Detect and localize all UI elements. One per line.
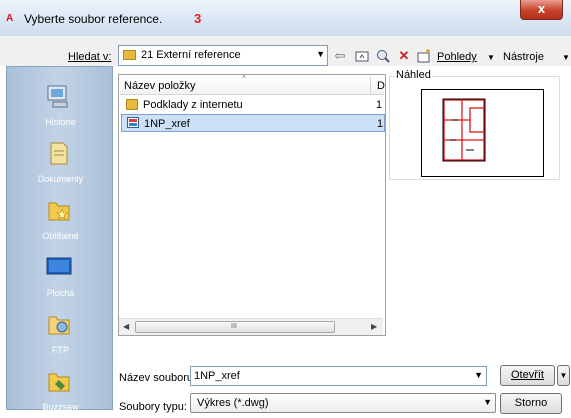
close-button[interactable]: x bbox=[520, 0, 563, 20]
search-web-icon[interactable] bbox=[375, 48, 391, 64]
look-in-value: 21 Externí reference bbox=[141, 49, 241, 61]
place-ftp[interactable]: FTP bbox=[7, 305, 114, 361]
item-name: 1NP_xref bbox=[144, 118, 190, 130]
grip-icon: III bbox=[231, 323, 237, 330]
place-label: Dokumenty bbox=[37, 174, 84, 184]
title-bar: A Vyberte soubor reference. 3 x bbox=[0, 0, 571, 36]
file-name-label: Název souboru: bbox=[119, 372, 197, 384]
preview-label: Náhled bbox=[395, 69, 432, 81]
horizontal-scrollbar[interactable]: ◀ III ▶ bbox=[119, 318, 383, 335]
list-item[interactable]: Podklady z internetu 1 bbox=[121, 96, 385, 114]
place-label: Oblíbené bbox=[42, 231, 79, 241]
views-chevron-icon[interactable]: ▼ bbox=[487, 53, 495, 62]
open-button[interactable]: Otevřít bbox=[500, 365, 555, 386]
tools-chevron-icon[interactable]: ▼ bbox=[562, 53, 570, 62]
look-in-label: Hledat v: bbox=[68, 51, 111, 63]
place-label: Buzzsaw bbox=[42, 402, 79, 412]
up-folder-icon[interactable] bbox=[354, 48, 370, 64]
look-in-combo[interactable]: 21 Externí reference ▼ bbox=[118, 45, 328, 66]
file-name-input[interactable]: 1NP_xref ▼ bbox=[190, 366, 487, 386]
views-menu[interactable]: Pohledy bbox=[437, 51, 477, 63]
scroll-left-icon[interactable]: ◀ bbox=[123, 322, 129, 331]
delete-icon[interactable]: ✕ bbox=[396, 48, 412, 64]
open-button-label: Otevřít bbox=[510, 369, 544, 381]
item-size: 1 bbox=[376, 99, 383, 111]
place-label: FTP bbox=[52, 345, 69, 355]
column-header-name[interactable]: Název položky ^ D bbox=[120, 74, 385, 95]
autocad-app-icon: A bbox=[6, 13, 14, 24]
annotation-number: 3 bbox=[194, 11, 202, 26]
scroll-right-icon[interactable]: ▶ bbox=[371, 322, 377, 331]
floor-plan-thumbnail bbox=[442, 98, 486, 162]
place-favorites[interactable]: Oblíbené bbox=[7, 191, 114, 247]
views-menu-label: Pohledy bbox=[437, 51, 477, 63]
back-arrow-icon[interactable]: ⇦ bbox=[332, 48, 348, 64]
folder-icon bbox=[126, 99, 138, 110]
place-label: Historie bbox=[45, 117, 76, 127]
documents-icon bbox=[50, 142, 68, 165]
folder-icon bbox=[123, 50, 136, 60]
place-history[interactable]: Historie bbox=[7, 77, 114, 133]
desktop-icon bbox=[46, 257, 72, 275]
tools-menu[interactable]: Nástroje bbox=[503, 51, 544, 63]
look-in-label-text: Hledat v: bbox=[68, 51, 112, 63]
column-second-label: D bbox=[377, 80, 385, 92]
file-type-select[interactable]: Výkres (*.dwg) ▼ bbox=[190, 393, 496, 413]
file-list[interactable]: Název položky ^ D Podklady z internetu 1… bbox=[118, 74, 386, 336]
place-documents[interactable]: Dokumenty bbox=[7, 134, 114, 190]
chevron-down-icon[interactable]: ▼ bbox=[474, 370, 483, 380]
item-name: Podklady z internetu bbox=[143, 99, 243, 111]
place-label: Plocha bbox=[46, 288, 75, 298]
file-type-label: Soubory typu: bbox=[119, 401, 187, 413]
chevron-down-icon: ▼ bbox=[483, 397, 492, 407]
favorites-icon bbox=[48, 202, 70, 221]
column-name-label: Název položky bbox=[124, 80, 196, 92]
column-divider[interactable] bbox=[370, 76, 371, 95]
history-icon bbox=[47, 85, 68, 108]
place-desktop[interactable]: Plocha bbox=[7, 248, 114, 304]
ftp-icon bbox=[48, 316, 70, 335]
buzzsaw-icon bbox=[48, 373, 70, 392]
window-title: Vyberte soubor reference. bbox=[24, 12, 163, 26]
preview-image bbox=[421, 89, 544, 177]
file-type-value: Výkres (*.dwg) bbox=[197, 397, 269, 409]
new-folder-icon[interactable] bbox=[416, 48, 432, 64]
item-size: 1 bbox=[377, 118, 384, 130]
list-item-selected[interactable]: 1NP_xref 1 bbox=[121, 114, 385, 132]
open-options-button[interactable]: ▼ bbox=[557, 365, 570, 386]
tools-menu-label: Nástroje bbox=[503, 51, 544, 63]
chevron-down-icon: ▼ bbox=[316, 49, 325, 59]
cancel-button[interactable]: Storno bbox=[500, 393, 562, 414]
place-buzzsaw[interactable]: Buzzsaw bbox=[7, 362, 114, 418]
file-name-value: 1NP_xref bbox=[194, 370, 240, 382]
places-bar: Historie Dokumenty Oblíbené Plocha FTP B… bbox=[6, 66, 114, 412]
dwg-file-icon bbox=[127, 117, 139, 128]
sort-up-icon: ^ bbox=[242, 74, 246, 83]
scroll-thumb[interactable]: III bbox=[135, 321, 335, 333]
